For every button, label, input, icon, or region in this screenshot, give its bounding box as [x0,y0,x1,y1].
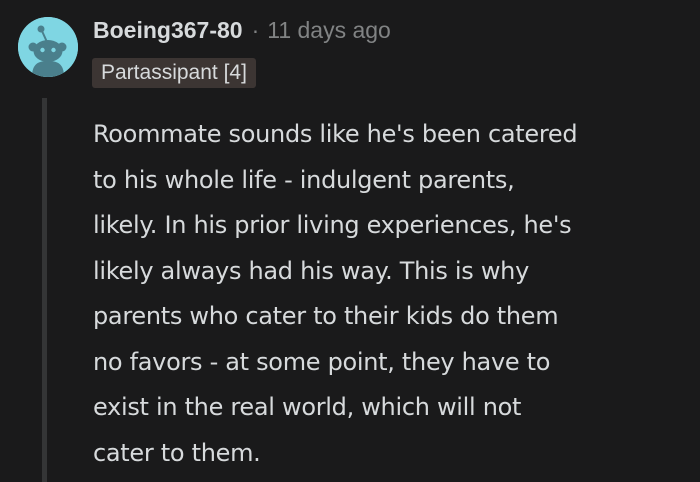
thread-collapse-line[interactable] [42,98,47,482]
comment-body-line: no favors - at some point, they have to [93,347,551,376]
comment-body: Roommate sounds like he's been catered t… [93,112,693,476]
snoo-avatar-icon[interactable] [18,17,78,77]
meta-separator: · [251,16,260,43]
comment-body-line: exist in the real world, which will not [93,393,522,421]
comment-body-line: likely. In his prior living experiences,… [93,211,572,239]
comment-body-line: to his whole life - indulgent parents, [93,165,515,194]
comment-timestamp[interactable]: 11 days ago [267,17,391,44]
user-flair: Partassipant [4] [92,58,256,88]
comment: Boeing367-80 · 11 days ago Partassipant … [0,0,700,482]
author-username[interactable]: Boeing367-80 [93,17,243,44]
comment-body-line: parents who cater to their kids do them [93,302,559,330]
comment-meta: Boeing367-80 · 11 days ago [93,14,391,46]
comment-body-line: cater to them. [93,438,261,467]
comment-body-line: Roommate sounds like he's been catered [93,120,578,148]
comment-body-line: likely always had his way. This is why [93,256,529,285]
